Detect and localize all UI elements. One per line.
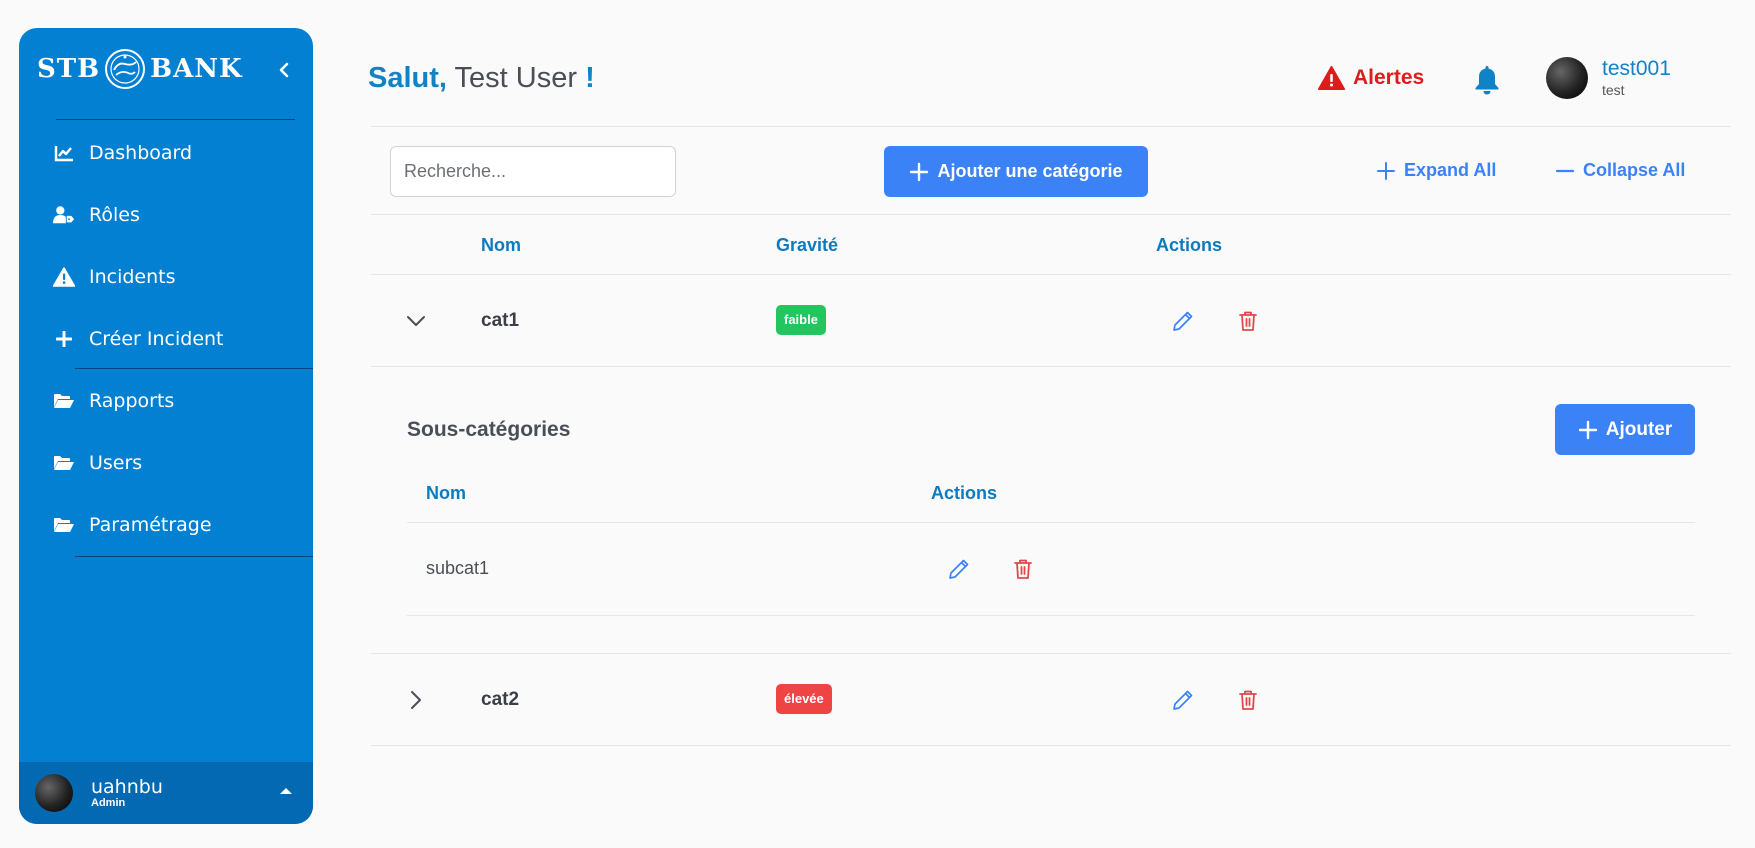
subtable-row-divider <box>407 615 1695 616</box>
avatar <box>35 774 73 812</box>
chevron-right-icon <box>411 691 421 709</box>
trash-icon <box>1014 559 1032 579</box>
header-user-menu[interactable]: test001 test <box>1546 57 1671 99</box>
sidebar-item-rapports[interactable]: Rapports <box>19 375 313 427</box>
edit-button[interactable] <box>1168 306 1198 336</box>
subcategory-name: subcat1 <box>426 558 490 578</box>
greeting-user-name: Test User <box>454 62 577 94</box>
collapse-all-button[interactable]: Collapse All <box>1555 160 1685 181</box>
sidebar-item-label: Dashboard <box>89 142 193 164</box>
delete-subcategory-button[interactable] <box>1008 554 1038 584</box>
toolbar-divider <box>371 214 1731 215</box>
column-header-gravite[interactable]: Gravité <box>776 235 838 256</box>
caret-up-icon[interactable] <box>279 786 293 795</box>
pencil-icon <box>1173 690 1193 710</box>
column-header-nom[interactable]: Nom <box>481 235 521 256</box>
sidebar-user-menu[interactable]: uahnbu Admin <box>19 762 313 824</box>
sidebar-item-label: Paramétrage <box>89 514 212 536</box>
search-input[interactable] <box>390 146 676 197</box>
logo-seal-icon <box>105 49 146 89</box>
alerts-label: Alertes <box>1353 66 1425 89</box>
add-subcategory-label: Ajouter <box>1605 418 1673 440</box>
user-tag-icon <box>53 204 75 226</box>
plus-icon <box>53 328 75 350</box>
edit-subcategory-button[interactable] <box>944 554 974 584</box>
pencil-icon <box>1173 311 1193 331</box>
subcolumn-header-actions: Actions <box>931 483 998 503</box>
sidebar: STB BANK Dashboard Rôles Incidents Créer… <box>19 28 313 824</box>
minus-icon <box>1555 169 1575 172</box>
warning-icon <box>1318 66 1345 90</box>
trash-icon <box>1239 311 1257 331</box>
header-divider <box>371 126 1731 127</box>
sidebar-item-label: Incidents <box>89 266 176 288</box>
sidebar-item-parametrage[interactable]: Paramétrage <box>19 499 313 551</box>
column-header-actions: Actions <box>1156 235 1223 255</box>
pencil-icon <box>949 559 969 579</box>
logo-row: STB BANK <box>19 28 313 118</box>
subtable-header-divider <box>407 522 1695 523</box>
collapse-sidebar-button[interactable] <box>272 58 296 82</box>
chevron-down-icon <box>407 316 425 326</box>
delete-button[interactable] <box>1233 306 1263 336</box>
add-category-button[interactable]: Ajouter une catégorie <box>884 146 1148 197</box>
sidebar-item-label: Rapports <box>89 390 175 412</box>
row-divider <box>371 745 1731 746</box>
logo-text-left: STB <box>37 54 101 84</box>
divider <box>56 119 295 120</box>
folder-open-icon <box>53 452 75 474</box>
category-name: cat1 <box>481 310 520 331</box>
sidebar-item-creer-incident[interactable]: Créer Incident <box>19 313 313 365</box>
sidebar-item-roles[interactable]: Rôles <box>19 189 313 241</box>
greeting-exclaim: ! <box>585 62 595 94</box>
stb-bank-logo[interactable]: STB BANK <box>37 48 243 90</box>
row-divider <box>371 653 1731 654</box>
notifications-button[interactable] <box>1473 64 1501 101</box>
plus-icon <box>1377 161 1395 180</box>
folder-open-icon <box>53 390 75 412</box>
add-subcategory-button[interactable]: Ajouter <box>1555 404 1695 455</box>
divider <box>75 556 313 557</box>
logo-text-right: BANK <box>150 54 243 84</box>
category-name: cat2 <box>481 689 520 710</box>
alerts-button[interactable]: Alertes <box>1318 66 1424 90</box>
avatar <box>1546 57 1588 99</box>
greeting-salutation: Salut, <box>368 62 447 94</box>
severity-badge: élevée <box>776 684 832 714</box>
chevron-left-icon <box>279 62 289 78</box>
sidebar-item-label: Users <box>89 452 143 474</box>
sidebar-item-label: Rôles <box>89 204 140 226</box>
sidebar-user-name: uahnbu <box>91 775 163 798</box>
severity-badge: faible <box>776 305 826 335</box>
divider <box>75 368 313 369</box>
collapse-all-label: Collapse All <box>1583 160 1686 180</box>
table-header-divider <box>371 274 1731 275</box>
expand-all-label: Expand All <box>1404 160 1497 180</box>
edit-button[interactable] <box>1168 685 1198 715</box>
bell-icon <box>1475 66 1499 95</box>
collapse-row-button[interactable] <box>403 308 429 334</box>
sidebar-item-incidents[interactable]: Incidents <box>19 251 313 303</box>
sidebar-item-dashboard[interactable]: Dashboard <box>19 127 313 179</box>
header-user-role: test <box>1602 82 1625 98</box>
trash-icon <box>1239 690 1257 710</box>
subcolumn-header-nom[interactable]: Nom <box>426 483 466 504</box>
page-greeting: Salut, Test User ! <box>368 62 595 95</box>
delete-button[interactable] <box>1233 685 1263 715</box>
add-category-label: Ajouter une catégorie <box>937 161 1123 181</box>
plus-icon <box>910 162 929 181</box>
expand-all-button[interactable]: Expand All <box>1376 160 1496 181</box>
plus-icon <box>1578 420 1597 439</box>
sidebar-item-label: Créer Incident <box>89 328 224 350</box>
row-divider <box>371 366 1731 367</box>
folder-open-icon <box>53 514 75 536</box>
subcategories-title: Sous-catégories <box>407 418 571 441</box>
sidebar-user-role: Admin <box>91 796 126 809</box>
chart-line-icon <box>53 142 75 164</box>
warning-icon <box>53 266 75 288</box>
expand-row-button[interactable] <box>403 687 429 713</box>
header-user-name: test001 <box>1602 57 1671 80</box>
sidebar-item-users[interactable]: Users <box>19 437 313 489</box>
